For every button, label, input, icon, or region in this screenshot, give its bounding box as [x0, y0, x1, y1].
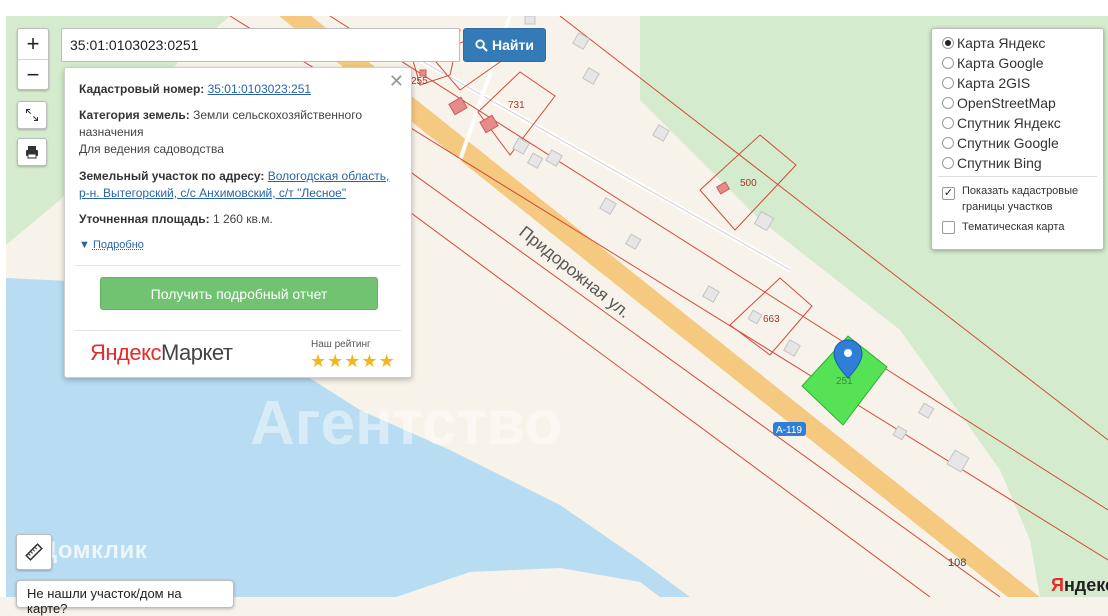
get-report-button[interactable]: Получить подробный отчет [100, 277, 378, 310]
agency-watermark: Агентство [250, 389, 563, 458]
zoom-control: + − [17, 28, 49, 90]
radio-icon[interactable] [942, 157, 954, 169]
layer-option-openstreetmap[interactable]: OpenStreetMap [942, 94, 1056, 112]
fullscreen-button[interactable] [17, 101, 47, 129]
search-icon [475, 38, 488, 52]
star-icon: ★ [327, 351, 345, 371]
radio-icon[interactable] [942, 97, 954, 109]
more-details-link[interactable]: Подробно [93, 239, 144, 251]
parcel-number-663: 663 [763, 314, 780, 325]
category-label: Категория земель: [79, 108, 190, 122]
usage-value: Для ведения садоводства [79, 142, 224, 156]
show-borders-checkbox[interactable]: ✓ [942, 187, 955, 200]
radio-icon[interactable] [942, 117, 954, 129]
address-label: Земельный участок по адресу: [79, 169, 265, 183]
rating-label: Наш рейтинг [311, 339, 371, 350]
zoom-in-button[interactable]: + [18, 29, 48, 59]
map-layer-switcher: Карта Яндекс Карта Google Карта 2GIS Ope… [931, 28, 1104, 250]
layer-option-yandex-satellite[interactable]: Спутник Яндекс [942, 114, 1061, 132]
thematic-map-label: Тематическая карта [962, 221, 1065, 233]
cadastral-label: Кадастровый номер: [79, 82, 205, 96]
layer-option-yandex-map[interactable]: Карта Яндекс [942, 34, 1045, 52]
radio-selected-icon[interactable] [942, 37, 954, 49]
area-label: Уточненная площадь: [79, 212, 210, 226]
not-found-parcel-button[interactable]: Не нашли участок/дом на карте? [16, 580, 234, 616]
zoom-out-button[interactable]: − [18, 59, 48, 89]
parcel-number-731: 731 [508, 100, 525, 111]
radio-icon[interactable] [942, 137, 954, 149]
star-icon: ★ [378, 351, 396, 371]
search-button[interactable]: Найти [463, 28, 546, 62]
parcel-number-251: 251 [836, 376, 853, 387]
print-button[interactable] [17, 138, 47, 166]
layer-option-google-map[interactable]: Карта Google [942, 54, 1044, 72]
ruler-icon [25, 543, 43, 561]
highway-badge: A-119 [776, 425, 802, 436]
parcel-info-popup: ✕ Кадастровый номер: 35:01:0103023:251 К… [64, 67, 412, 378]
yandex-market-logo[interactable]: ЯндексМаркет [90, 340, 233, 366]
star-icon: ★ [344, 351, 362, 371]
printer-icon [26, 146, 38, 159]
address-link-line2[interactable]: р-н. Вытегорский, с/с Анхимовский, с/т "… [79, 186, 346, 200]
thematic-map-checkbox[interactable] [942, 221, 955, 234]
parcel-number-500: 500 [740, 178, 757, 189]
radio-icon[interactable] [942, 57, 954, 69]
search-button-label: Найти [492, 37, 534, 53]
cadastral-search-input[interactable] [61, 28, 460, 62]
radio-icon[interactable] [942, 77, 954, 89]
expand-icon [26, 109, 38, 121]
star-icon: ★ [361, 351, 379, 371]
caret-down-icon: ▼ [79, 239, 90, 251]
rating-stars: ★★★★★ [310, 351, 396, 372]
star-icon: ★ [310, 351, 328, 371]
area-value: 1 260 кв.м. [212, 212, 273, 226]
layer-option-google-satellite[interactable]: Спутник Google [942, 134, 1059, 152]
cadastral-number-link[interactable]: 35:01:0103023:251 [208, 82, 311, 96]
km-marker: 108 [948, 557, 966, 569]
yandex-logo[interactable]: Яндекс [1051, 575, 1108, 596]
parcel-number-255: 255 [411, 76, 428, 87]
show-borders-label: Показать кадастровые границы участков [962, 185, 1079, 213]
layer-option-bing-satellite[interactable]: Спутник Bing [942, 154, 1042, 172]
ruler-button[interactable] [16, 534, 52, 570]
domklik-logo: Домклик [40, 537, 148, 564]
layer-option-2gis-map[interactable]: Карта 2GIS [942, 74, 1030, 92]
address-link-line1[interactable]: Вологодская область, [268, 169, 390, 183]
